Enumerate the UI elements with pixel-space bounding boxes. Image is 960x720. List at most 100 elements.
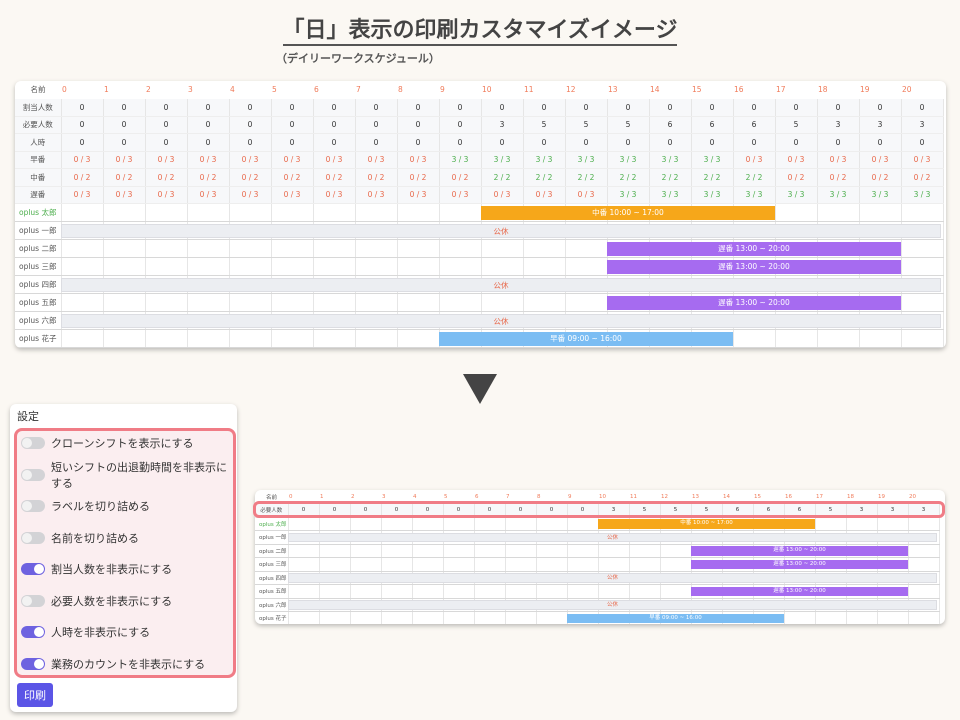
stat-cell: 0 (397, 116, 440, 134)
hour-cell (629, 584, 661, 599)
hour-cell (350, 584, 382, 599)
hour-cell (103, 293, 146, 312)
setting-option[interactable]: 名前を切り詰める (21, 528, 139, 548)
hour-cell (815, 516, 847, 531)
hour-label: 8 (398, 85, 403, 95)
hour-label: 10 (482, 85, 492, 95)
settings-heading: 設定 (17, 410, 39, 423)
stat-cell: 0 (355, 133, 398, 152)
setting-option-label: 業務のカウントを非表示にする (51, 657, 206, 671)
hour-label: 14 (650, 85, 660, 95)
stat-cell: 0 (313, 98, 356, 117)
shift-bar[interactable]: 中番 10:00 ~ 17:00 (481, 205, 775, 220)
stat-cell: 0 / 3 (103, 186, 146, 204)
stat-cell: 2 / 2 (565, 168, 608, 187)
toggle-switch[interactable] (21, 500, 45, 512)
stat-cell: 0 / 2 (187, 168, 230, 187)
hour-cell (145, 329, 188, 348)
shift-bar[interactable]: 早番 09:00 ~ 16:00 (567, 613, 784, 623)
stat-cell: 0 / 3 (355, 186, 398, 204)
hour-cell (355, 239, 398, 258)
shift-bar[interactable]: 遅番 13:00 ~ 20:00 (607, 259, 901, 274)
setting-option[interactable]: 必要人数を非表示にする (21, 591, 172, 611)
stat-row-label: 割当人数 (15, 98, 62, 117)
hour-cell (660, 584, 692, 599)
hour-cell (61, 203, 104, 222)
hour-cell (598, 543, 630, 558)
stat-cell: 3 / 3 (565, 151, 608, 169)
hour-cell (901, 257, 944, 276)
setting-option[interactable]: 業務のカウントを非表示にする (21, 654, 205, 674)
holiday-bar[interactable]: 公休 (288, 600, 937, 610)
hour-cell (271, 239, 314, 258)
employee-name: oplus 一郎 (15, 221, 62, 240)
employee-name: oplus 三郎 (255, 557, 289, 572)
setting-option[interactable]: 人時を非表示にする (21, 622, 150, 642)
toggle-switch[interactable] (21, 626, 45, 638)
hour-label: 15 (692, 85, 702, 95)
toggle-switch[interactable] (21, 468, 45, 481)
stat-cell: 0 / 3 (61, 186, 104, 204)
stat-cell: 0 (775, 98, 818, 117)
hour-label: 5 (272, 85, 277, 95)
hour-cell (103, 203, 146, 222)
hour-cell (536, 516, 568, 531)
hour-cell (271, 257, 314, 276)
stat-cell: 0 (271, 98, 314, 117)
shift-bar[interactable]: 早番 09:00 ~ 16:00 (439, 331, 733, 346)
toggle-knob (22, 438, 32, 448)
holiday-bar[interactable]: 公休 (288, 532, 937, 542)
stat-cell: 0 / 3 (397, 186, 440, 204)
stat-cell: 0 (901, 133, 944, 152)
hour-label: 7 (356, 85, 361, 95)
hour-cell (474, 611, 506, 624)
setting-option[interactable]: ラベルを切り詰める (21, 496, 150, 516)
shift-bar[interactable]: 遅番 13:00 ~ 20:00 (691, 586, 908, 596)
page-title: 「日」表示の印刷カスタマイズイメージ (0, 12, 960, 46)
hour-cell (908, 543, 940, 558)
stat-row: 人時 0 0 0 0 0 0 0 0 0 0 0 0 0 0 0 0 0 0 0 0 0 (15, 133, 944, 152)
hour-cell (439, 203, 482, 222)
hour-cell (908, 584, 940, 599)
stat-cell: 3 / 3 (649, 151, 692, 169)
hour-cell (877, 516, 909, 531)
toggle-knob (34, 564, 44, 574)
setting-option[interactable]: 割当人数を非表示にする (21, 559, 172, 579)
holiday-bar[interactable]: 公休 (61, 313, 941, 328)
shift-bar[interactable]: 遅番 13:00 ~ 20:00 (691, 546, 908, 556)
setting-option[interactable]: 短いシフトの出退勤時間を非表示にする (21, 461, 233, 490)
hour-cell (901, 203, 944, 222)
holiday-bar[interactable]: 公休 (288, 573, 937, 583)
settings-panel: 設定 クローンシフトを表示にする短いシフトの出退勤時間を非表示にするラベルを切り… (10, 404, 237, 712)
toggle-switch[interactable] (21, 563, 45, 575)
hour-cell (567, 543, 599, 558)
stat-cell: 0 / 3 (313, 186, 356, 204)
shift-bar[interactable]: 遅番 13:00 ~ 20:00 (607, 295, 901, 310)
hour-label: 4 (230, 85, 235, 95)
toggle-switch[interactable] (21, 437, 45, 449)
hour-cell (381, 516, 413, 531)
page-title-text: 「日」表示の印刷カスタマイズイメージ (282, 18, 678, 46)
shift-bar[interactable]: 遅番 13:00 ~ 20:00 (607, 241, 901, 256)
hour-cell (481, 239, 524, 258)
setting-option[interactable]: クローンシフトを表示にする (21, 433, 194, 453)
hour-cell (350, 557, 382, 572)
shift-bar[interactable]: 中番 10:00 ~ 17:00 (598, 519, 815, 529)
employee-name: oplus 六郎 (15, 311, 62, 330)
shift-bar[interactable]: 遅番 13:00 ~ 20:00 (691, 559, 908, 569)
stat-cell: 0 / 3 (733, 151, 776, 169)
setting-option-label: 短いシフトの出退勤時間を非表示にする (51, 460, 227, 490)
stat-cell: 0 / 3 (439, 186, 482, 204)
stat-cell: 0 (817, 98, 860, 117)
toggle-switch[interactable] (21, 531, 45, 544)
employee-row: oplus 太郎 (15, 203, 944, 222)
employee-name: oplus 四郎 (255, 570, 289, 585)
stat-cell: 0 / 3 (817, 151, 860, 169)
toggle-switch[interactable] (21, 657, 45, 670)
holiday-bar[interactable]: 公休 (61, 223, 941, 238)
print-button[interactable]: 印刷 (17, 683, 53, 707)
toggle-switch[interactable] (21, 594, 45, 607)
hour-header-row: 名前 0 1 2 3 4 5 6 7 8 9 10 11 12 13 14 15 16 17 18 19 20 (15, 81, 943, 99)
hour-cell (815, 611, 847, 624)
holiday-bar[interactable]: 公休 (61, 277, 941, 292)
